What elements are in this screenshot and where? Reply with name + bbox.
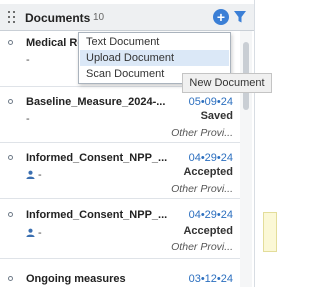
- document-name: Medical Rc: [26, 37, 84, 49]
- tooltip: New Document: [182, 73, 272, 93]
- add-document-button[interactable]: +: [213, 9, 229, 25]
- drag-grip-icon[interactable]: [8, 11, 16, 23]
- list-item[interactable]: Baseline_Measure_2024-... - 05•09•24 Sav…: [0, 87, 240, 143]
- document-subtitle-text: -: [38, 169, 42, 181]
- person-icon: [26, 170, 35, 179]
- menu-item-text-document[interactable]: Text Document: [80, 34, 229, 50]
- panel-header: Documents 10 +: [0, 4, 254, 31]
- funnel-icon: [234, 11, 246, 23]
- document-name: Ongoing measures: [26, 273, 126, 285]
- list-item[interactable]: Ongoing measures 03•12•24: [0, 259, 240, 287]
- status-label: Accepted: [183, 166, 233, 178]
- panel-title: Documents: [25, 11, 91, 25]
- adjacent-panel-edge: [263, 212, 277, 252]
- document-name: Baseline_Measure_2024-...: [26, 96, 166, 108]
- plus-icon: +: [216, 9, 226, 25]
- bullet-icon: [8, 155, 13, 160]
- document-name: Informed_Consent_NPP_...: [26, 209, 168, 221]
- document-name: Informed_Consent_NPP_...: [26, 152, 168, 164]
- document-date: 04•29•24: [188, 152, 233, 164]
- bullet-icon: [8, 40, 13, 45]
- bullet-icon: [8, 99, 13, 104]
- document-subtitle-text: -: [38, 227, 42, 239]
- document-subtitle: -: [26, 113, 30, 125]
- document-subtitle: -: [26, 54, 30, 66]
- provider-label: Other Provi...: [171, 127, 233, 139]
- status-label: Accepted: [183, 225, 233, 237]
- document-subtitle: -: [26, 169, 42, 181]
- provider-label: Other Provi...: [171, 183, 233, 195]
- filter-button[interactable]: [233, 10, 247, 24]
- document-date: 03•12•24: [188, 273, 233, 285]
- document-subtitle: -: [26, 227, 42, 239]
- status-label: Saved: [200, 110, 233, 122]
- person-icon: [26, 228, 35, 237]
- document-date: 04•29•24: [188, 209, 233, 221]
- document-count: 10: [93, 12, 105, 23]
- menu-item-upload-document[interactable]: Upload Document: [80, 50, 229, 66]
- document-date: 05•09•24: [188, 96, 233, 108]
- bullet-icon: [8, 276, 13, 281]
- bullet-icon: [8, 212, 13, 217]
- list-item[interactable]: Informed_Consent_NPP_... - 04•29•24 Acce…: [0, 199, 240, 259]
- provider-label: Other Provi...: [171, 241, 233, 253]
- list-item[interactable]: Informed_Consent_NPP_... - 04•29•24 Acce…: [0, 143, 240, 199]
